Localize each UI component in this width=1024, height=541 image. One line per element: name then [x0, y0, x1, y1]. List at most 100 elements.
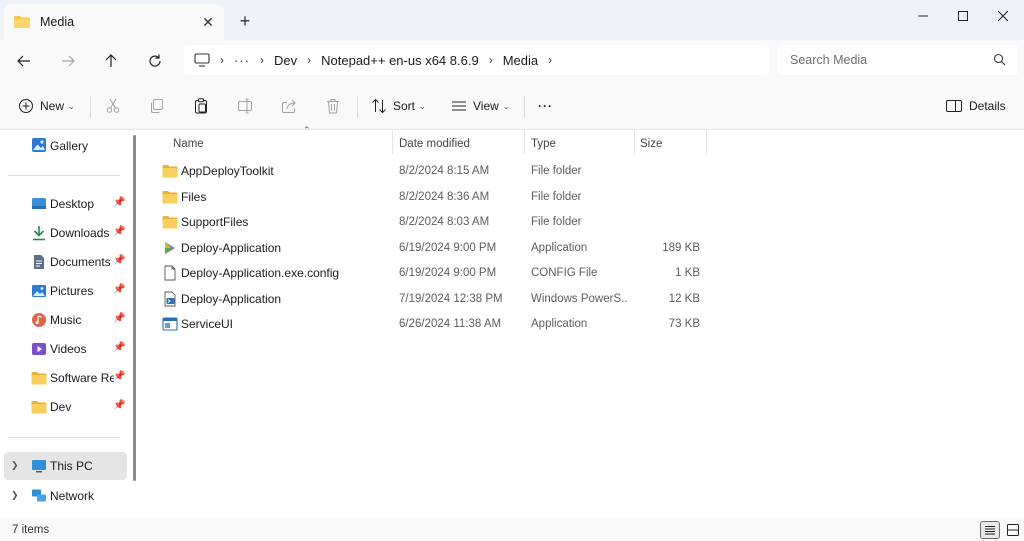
refresh-button[interactable]	[143, 49, 167, 73]
sidebar-item-label: Network	[50, 489, 95, 503]
sidebar-item-desktop[interactable]: Desktop 📌	[0, 190, 128, 218]
column-divider[interactable]	[634, 131, 635, 155]
breadcrumb-media[interactable]: Media	[503, 53, 538, 68]
pin-icon: 📌	[113, 197, 126, 208]
sidebar-item-pictures[interactable]: Pictures 📌	[0, 277, 128, 305]
copy-button[interactable]	[149, 94, 165, 118]
chevron-right-icon[interactable]: ❯	[11, 490, 19, 501]
details-pane-icon	[946, 100, 962, 112]
chevron-right-icon: ›	[307, 53, 312, 67]
forward-button[interactable]	[56, 49, 80, 73]
file-row-deploy-application-ps1[interactable]: Deploy-Application 7/19/2024 12:38 PM Wi…	[156, 286, 716, 311]
copy-icon	[151, 99, 163, 113]
column-header-date[interactable]: Date modified	[399, 131, 524, 157]
file-date: 6/26/2024 11:38 AM	[399, 318, 502, 330]
file-row-deploy-application-config[interactable]: Deploy-Application.exe.config 6/19/2024 …	[156, 260, 716, 285]
details-pane-button[interactable]: Details	[946, 94, 1006, 118]
back-button[interactable]	[12, 49, 36, 73]
sidebar-item-label: Music	[50, 313, 82, 327]
folder-icon	[14, 16, 30, 28]
breadcrumb-notepadpp[interactable]: Notepad++ en-us x64 8.6.9	[321, 53, 479, 68]
sidebar-item-label: Documents	[50, 255, 111, 269]
see-more-button[interactable]: ···	[538, 94, 553, 118]
column-divider[interactable]	[392, 131, 393, 155]
chevron-right-icon: ›	[220, 53, 224, 67]
up-button[interactable]	[99, 49, 123, 73]
sidebar-item-music[interactable]: Music 📌	[0, 306, 128, 334]
sidebar-item-videos[interactable]: Videos 📌	[0, 335, 128, 363]
new-button[interactable]: New ⌄	[18, 94, 75, 118]
share-button[interactable]	[281, 94, 297, 118]
file-row-deploy-application-exe[interactable]: Deploy-Application 6/19/2024 9:00 PM App…	[156, 235, 716, 260]
folder-icon	[162, 216, 178, 229]
tiles-view-icon	[1007, 524, 1019, 536]
divider	[8, 437, 120, 438]
divider	[357, 96, 358, 118]
column-header-label: Size	[640, 138, 663, 150]
file-date: 6/19/2024 9:00 PM	[399, 267, 497, 279]
address-row: › ··· › Dev › Notepad++ en-us x64 8.6.9 …	[0, 40, 1024, 82]
chevron-right-icon: ›	[548, 53, 553, 67]
file-row-serviceui[interactable]: ServiceUI 6/26/2024 11:38 AM Application…	[156, 311, 716, 336]
folder-icon	[31, 401, 47, 414]
sort-label: Sort	[393, 99, 416, 113]
breadcrumb-dev[interactable]: Dev	[274, 53, 297, 68]
file-size: 1 KB	[675, 267, 700, 279]
chevron-down-icon: ⌄	[68, 101, 75, 111]
column-divider[interactable]	[524, 131, 525, 155]
column-header-type[interactable]: Type	[531, 131, 631, 157]
command-bar: New ⌄ Sort ⌄ View ⌄ ··· Details	[0, 82, 1024, 130]
scissors-icon	[106, 98, 120, 113]
sidebar-item-dev[interactable]: Dev 📌	[0, 393, 128, 421]
delete-button[interactable]	[325, 94, 341, 118]
arrow-up-icon	[105, 54, 117, 67]
sidebar-item-label: Desktop	[50, 197, 95, 211]
sidebar-item-documents[interactable]: Documents 📌	[0, 248, 128, 276]
sidebar-item-network[interactable]: ❯ Network	[0, 482, 128, 510]
file-type: Windows PowerS...	[531, 292, 627, 305]
list-view-icon	[452, 101, 466, 111]
column-header-size[interactable]: Size	[640, 131, 706, 157]
pin-icon: 📌	[113, 226, 126, 237]
close-window-button[interactable]	[980, 0, 1024, 32]
documents-icon	[34, 255, 44, 269]
details-label: Details	[969, 99, 1006, 113]
file-list: Name ⌃ Date modified Type Size AppDeploy…	[146, 125, 1024, 519]
tab-close-button[interactable]: ✕	[200, 14, 216, 30]
chevron-right-icon: ›	[260, 53, 264, 67]
chevron-right-icon[interactable]: ❯	[11, 460, 19, 471]
sort-button[interactable]: Sort ⌄	[371, 94, 426, 118]
column-header-label: Date modified	[399, 138, 470, 150]
file-name: ServiceUI	[181, 317, 234, 331]
file-row-files[interactable]: Files 8/2/2024 8:36 AM File folder	[156, 184, 716, 209]
sidebar-item-gallery[interactable]: Gallery	[0, 132, 128, 160]
sidebar-item-label: Pictures	[50, 284, 94, 298]
search-input[interactable]: Search Media	[778, 45, 1018, 75]
sidebar-item-downloads[interactable]: Downloads 📌	[0, 219, 128, 247]
paste-button[interactable]	[193, 94, 209, 118]
file-row-appdeploytoolkit[interactable]: AppDeployToolkit 8/2/2024 8:15 AM File f…	[156, 158, 716, 183]
column-divider[interactable]	[706, 131, 707, 155]
folder-icon	[31, 372, 47, 385]
rename-button[interactable]	[237, 94, 253, 118]
breadcrumb-overflow[interactable]: ···	[234, 53, 250, 68]
tab-media[interactable]: Media ✕	[4, 4, 224, 40]
sidebar-item-software-rep[interactable]: Software Rep 📌	[0, 364, 128, 392]
gallery-icon	[32, 138, 46, 152]
sidebar-item-label: Dev	[50, 400, 72, 414]
new-tab-button[interactable]: +	[236, 12, 254, 30]
rename-icon	[238, 98, 252, 114]
file-size: 12 KB	[668, 292, 700, 305]
cut-button[interactable]	[105, 94, 121, 118]
chevron-down-icon: ⌄	[502, 101, 510, 111]
sidebar-item-label: This PC	[50, 459, 93, 473]
address-bar[interactable]: › ··· › Dev › Notepad++ en-us x64 8.6.9 …	[184, 45, 769, 75]
sidebar-item-this-pc[interactable]: ❯ This PC	[4, 452, 127, 480]
exe-window-icon	[162, 317, 178, 331]
tiles-view-button[interactable]	[1003, 521, 1023, 539]
details-view-button[interactable]	[980, 521, 1000, 539]
file-row-supportfiles[interactable]: SupportFiles 8/2/2024 8:03 AM File folde…	[156, 209, 716, 234]
sidebar-scrollbar[interactable]	[133, 135, 136, 481]
view-button[interactable]: View ⌄	[451, 94, 510, 118]
column-header-name[interactable]: Name ⌃	[173, 125, 393, 157]
